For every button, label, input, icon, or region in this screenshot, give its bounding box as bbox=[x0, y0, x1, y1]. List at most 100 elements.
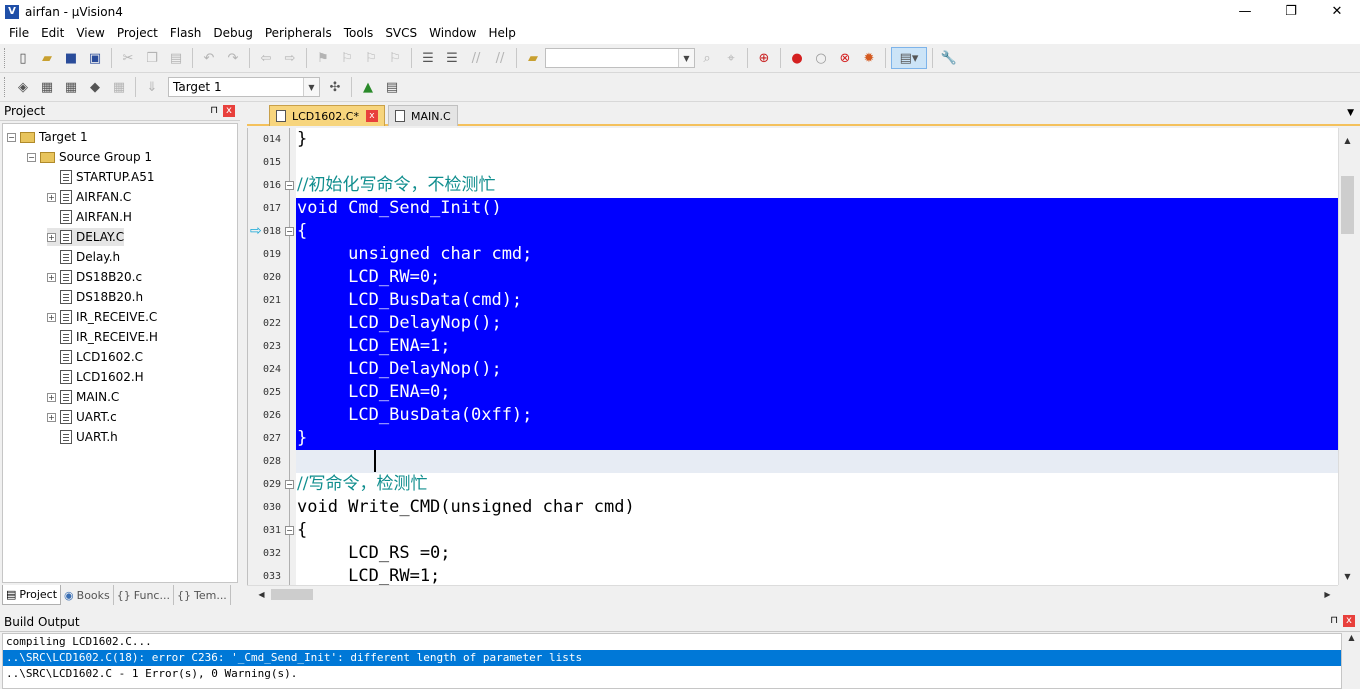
build-scrollbar[interactable]: ▲ bbox=[1343, 633, 1360, 689]
open-file-icon[interactable]: ▰ bbox=[36, 47, 58, 69]
uncomment-icon[interactable]: // bbox=[489, 47, 511, 69]
scroll-up-icon[interactable]: ▲ bbox=[1341, 134, 1354, 147]
close-icon[interactable]: x bbox=[223, 105, 235, 117]
menu-tools[interactable]: Tools bbox=[338, 23, 380, 44]
target-options-icon[interactable]: ✣ bbox=[324, 76, 346, 98]
code-line[interactable]: 033 LCD_RW=1; bbox=[248, 565, 1338, 585]
kill-all-breakpoints-icon[interactable]: ✹ bbox=[858, 47, 880, 69]
build-icon[interactable]: ▦ bbox=[36, 76, 58, 98]
unindent-icon[interactable]: ☰ bbox=[441, 47, 463, 69]
pin-icon[interactable]: ⊓ bbox=[1330, 615, 1338, 626]
code-line[interactable]: 021 LCD_BusData(cmd); bbox=[248, 289, 1338, 312]
redo-icon[interactable]: ↷ bbox=[222, 47, 244, 69]
batch-build-icon[interactable]: ◆ bbox=[84, 76, 106, 98]
tree-file[interactable]: LCD1602.C bbox=[47, 348, 143, 366]
bookmark-next-icon[interactable]: ⚐ bbox=[360, 47, 382, 69]
tab-lcd1602-c[interactable]: LCD1602.C* x bbox=[269, 105, 385, 126]
translate-icon[interactable]: ◈ bbox=[12, 76, 34, 98]
code-line[interactable]: 015 bbox=[248, 151, 1338, 174]
menu-flash[interactable]: Flash bbox=[164, 23, 207, 44]
save-all-icon[interactable]: ▣ bbox=[84, 47, 106, 69]
code-line[interactable]: 016−//初始化写命令，不检测忙 bbox=[248, 174, 1338, 197]
fold-icon[interactable]: − bbox=[285, 480, 294, 489]
undo-icon[interactable]: ↶ bbox=[198, 47, 220, 69]
rebuild-icon[interactable]: ▦ bbox=[60, 76, 82, 98]
code-line[interactable]: 017 void Cmd_Send_Init() bbox=[248, 197, 1338, 220]
tree-file[interactable]: LCD1602.H bbox=[47, 368, 144, 386]
minimize-button[interactable]: — bbox=[1222, 0, 1268, 23]
cut-icon[interactable]: ✂ bbox=[117, 47, 139, 69]
maximize-button[interactable]: ❐ bbox=[1268, 0, 1314, 23]
tree-file[interactable]: + UART.c bbox=[47, 408, 117, 426]
find-icon[interactable]: ⌕ bbox=[696, 47, 718, 69]
tree-file[interactable]: DS18B20.h bbox=[47, 288, 143, 306]
manage-books-icon[interactable]: ▤ bbox=[381, 76, 403, 98]
tab-templates[interactable]: {} Tem... bbox=[174, 585, 231, 605]
tree-file[interactable]: STARTUP.A51 bbox=[47, 168, 154, 186]
expand-icon[interactable]: + bbox=[47, 312, 56, 322]
debug-session-icon[interactable]: ⊕ bbox=[753, 47, 775, 69]
build-log-line[interactable]: ..\SRC\LCD1602.C - 1 Error(s), 0 Warning… bbox=[3, 666, 1341, 682]
code-line[interactable]: 028 bbox=[248, 450, 1338, 473]
menu-debug[interactable]: Debug bbox=[207, 23, 258, 44]
target-select[interactable]: Target 1 ▼ bbox=[168, 77, 320, 97]
tree-file[interactable]: + DELAY.C bbox=[47, 228, 125, 246]
menu-project[interactable]: Project bbox=[111, 23, 164, 44]
bookmark-insert-icon[interactable]: ⚑ bbox=[312, 47, 334, 69]
code-line[interactable]: 027} bbox=[248, 427, 1338, 450]
chevron-down-icon[interactable]: ▼ bbox=[303, 78, 319, 96]
code-line[interactable]: 023 LCD_ENA=1; bbox=[248, 335, 1338, 358]
window-layout-icon[interactable]: ▤▾ bbox=[891, 47, 927, 69]
close-icon[interactable]: x bbox=[1343, 615, 1355, 627]
code-line[interactable]: 032 LCD_RS =0; bbox=[248, 542, 1338, 565]
code-area[interactable]: 014} 015 016−//初始化写命令，不检测忙 017 void Cmd_Send… bbox=[247, 128, 1338, 585]
expand-icon[interactable]: + bbox=[47, 192, 56, 202]
chevron-down-icon[interactable]: ▼ bbox=[678, 49, 694, 67]
build-log-line[interactable]: compiling LCD1602.C... bbox=[3, 634, 1341, 650]
code-line[interactable]: 022 LCD_DelayNop(); bbox=[248, 312, 1338, 335]
find-combo[interactable]: ▼ bbox=[545, 48, 695, 68]
build-error-line[interactable]: ..\SRC\LCD1602.C(18): error C236: '_Cmd_… bbox=[3, 650, 1341, 666]
menu-peripherals[interactable]: Peripherals bbox=[259, 23, 338, 44]
expand-icon[interactable]: + bbox=[47, 272, 56, 282]
menu-help[interactable]: Help bbox=[482, 23, 521, 44]
collapse-icon[interactable]: − bbox=[27, 152, 36, 162]
tree-file[interactable]: Delay.h bbox=[47, 248, 120, 266]
code-line[interactable]: 014} bbox=[248, 128, 1338, 151]
bookmark-prev-icon[interactable]: ⚐ bbox=[336, 47, 358, 69]
tab-books[interactable]: ◉ Books bbox=[61, 585, 114, 605]
tree-file[interactable]: + IR_RECEIVE.C bbox=[47, 308, 157, 326]
menu-window[interactable]: Window bbox=[423, 23, 482, 44]
tab-list-icon[interactable]: ▼ bbox=[1347, 108, 1354, 118]
configure-icon[interactable]: 🔧 bbox=[938, 47, 960, 69]
save-icon[interactable]: ■ bbox=[60, 47, 82, 69]
code-line[interactable]: 030 void Write_CMD(unsigned char cmd) bbox=[248, 496, 1338, 519]
fold-icon[interactable]: − bbox=[285, 181, 294, 190]
tree-file[interactable]: IR_RECEIVE.H bbox=[47, 328, 158, 346]
new-file-icon[interactable]: ▯ bbox=[12, 47, 34, 69]
paste-icon[interactable]: ▤ bbox=[165, 47, 187, 69]
expand-icon[interactable]: + bbox=[47, 412, 56, 422]
tree-file[interactable]: AIRFAN.H bbox=[47, 208, 132, 226]
scroll-thumb[interactable] bbox=[1341, 176, 1354, 234]
insert-breakpoint-icon[interactable]: ● bbox=[786, 47, 808, 69]
code-line[interactable]: 026 LCD_BusData(0xff); bbox=[248, 404, 1338, 427]
scroll-up-icon[interactable]: ▲ bbox=[1348, 633, 1354, 642]
disable-breakpoint-icon[interactable]: ○ bbox=[810, 47, 832, 69]
tab-main-c[interactable]: MAIN.C bbox=[388, 105, 458, 126]
build-output-log[interactable]: compiling LCD1602.C... ..\SRC\LCD1602.C(1… bbox=[2, 633, 1342, 689]
expand-icon[interactable]: + bbox=[47, 232, 56, 242]
comment-icon[interactable]: // bbox=[465, 47, 487, 69]
tab-project[interactable]: ▤ Project bbox=[2, 585, 62, 605]
pin-icon[interactable]: ⊓ bbox=[210, 105, 218, 116]
tree-file[interactable]: + AIRFAN.C bbox=[47, 188, 131, 206]
toolbar-grip[interactable] bbox=[4, 77, 8, 97]
menu-view[interactable]: View bbox=[70, 23, 110, 44]
horizontal-scrollbar[interactable]: ◀ ▶ bbox=[247, 585, 1338, 602]
menu-edit[interactable]: Edit bbox=[35, 23, 70, 44]
tree-target[interactable]: − Target 1 bbox=[7, 128, 88, 146]
download-icon[interactable]: ⇓ bbox=[141, 76, 163, 98]
tab-functions[interactable]: {} Func... bbox=[114, 585, 174, 605]
collapse-icon[interactable]: − bbox=[7, 132, 16, 142]
scroll-down-icon[interactable]: ▼ bbox=[1341, 570, 1354, 583]
